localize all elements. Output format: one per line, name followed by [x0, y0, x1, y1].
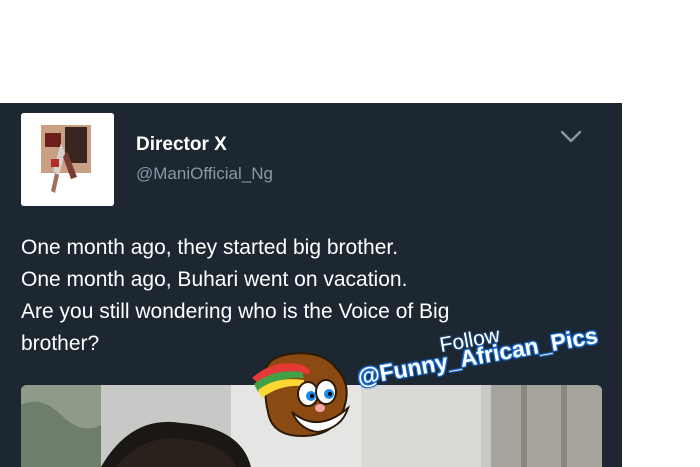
mascot-logo [252, 352, 350, 438]
tweet-text-line: One month ago, they started big brother. [21, 236, 399, 259]
watermark: Follow @Funny_African_Pics [252, 322, 622, 440]
user-handle[interactable]: @ManiOfficial_Ng [136, 164, 273, 184]
avatar[interactable] [21, 113, 114, 206]
display-name[interactable]: Director X [136, 134, 227, 156]
chevron-down-icon[interactable] [560, 130, 582, 144]
tweet-text-line: One month ago, Buhari went on vacation. [21, 268, 408, 291]
avatar-photo [21, 113, 114, 206]
